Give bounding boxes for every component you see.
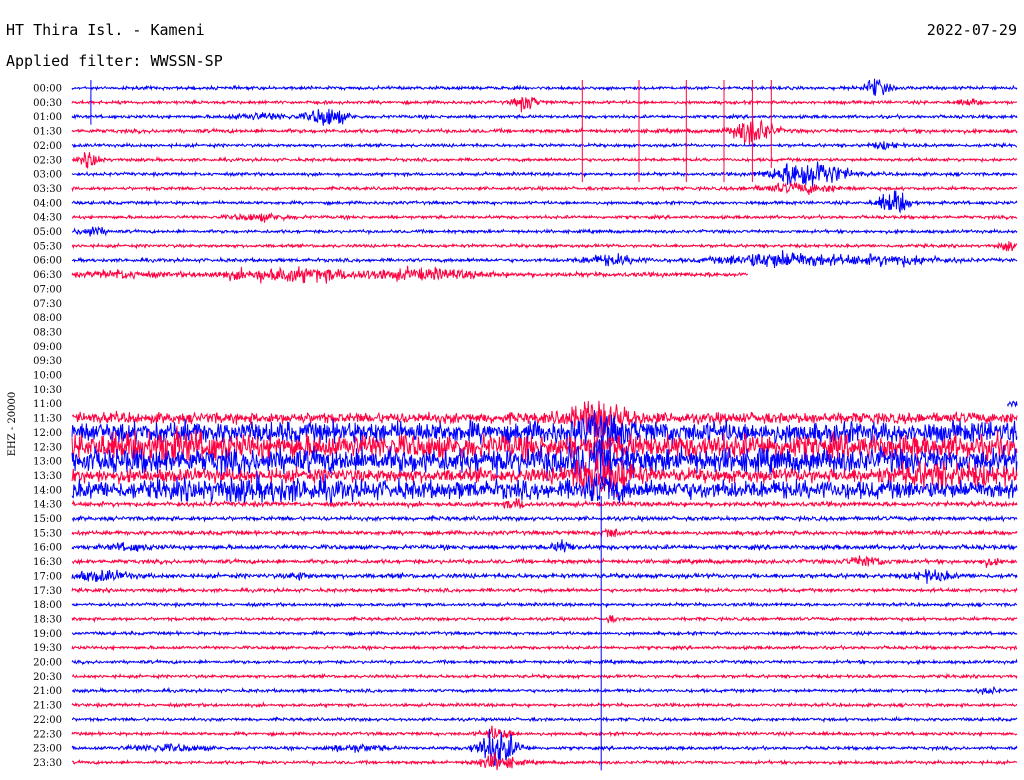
trace-row: [71, 212, 1018, 223]
trace-row: [1007, 400, 1018, 408]
time-tick-label: 23:00: [33, 744, 62, 755]
trace-row: [71, 190, 1018, 214]
time-tick-label: 02:00: [33, 141, 62, 152]
time-tick-label: 20:00: [33, 658, 62, 669]
time-tick-label: 08:00: [33, 313, 62, 324]
trace-row: [71, 614, 1018, 624]
time-tick-label: 06:00: [33, 256, 62, 267]
time-tick-label: 13:00: [33, 457, 62, 468]
time-tick-label: 20:30: [33, 672, 62, 683]
time-tick-label: 22:00: [33, 715, 62, 726]
long-spikes: [90, 80, 772, 771]
time-tick-label: 18:00: [33, 600, 62, 611]
time-tick-label: 19:00: [33, 629, 62, 640]
trace-row: [71, 725, 1018, 739]
trace-row: [71, 118, 1018, 145]
chart-date: 2022-07-29: [927, 21, 1017, 39]
trace-row: [71, 569, 1018, 584]
trace-row: [71, 225, 1018, 237]
trace-row: [71, 629, 1018, 637]
seismogram-chart: HT Thira Isl. - Kameni 2022-07-29 Applie…: [6, 21, 1018, 771]
trace-row: [71, 250, 1018, 269]
time-tick-label: 11:30: [33, 414, 62, 425]
time-tick-label: 15:00: [33, 514, 62, 525]
time-tick-label: 08:30: [33, 327, 62, 338]
trace-row: [71, 514, 1018, 523]
time-tick-label: 06:30: [33, 270, 62, 281]
trace-rows: [71, 78, 1018, 771]
trace-row: [71, 96, 1018, 113]
time-tick-label: 05:30: [33, 241, 62, 252]
time-tick-label: 10:00: [33, 371, 62, 382]
trace-row: [71, 265, 749, 284]
channel-axis-label: EHZ - 20000: [7, 392, 18, 457]
time-tick-label: 15:30: [33, 528, 62, 539]
trace-row: [71, 686, 1018, 696]
trace-row: [71, 658, 1018, 666]
trace-row: [71, 78, 1018, 97]
trace-row: [71, 152, 1018, 169]
time-tick-label: 13:30: [33, 471, 62, 482]
time-tick-label: 04:00: [33, 198, 62, 209]
time-tick-label: 10:30: [33, 385, 62, 396]
time-tick-label: 04:30: [33, 213, 62, 224]
time-tick-label: 02:30: [33, 155, 62, 166]
time-tick-label: 03:00: [33, 170, 62, 181]
trace-row: [71, 181, 1018, 195]
time-tick-label: 18:30: [33, 614, 62, 625]
time-tick-label: 12:30: [33, 442, 62, 453]
time-tick-label: 07:30: [33, 299, 62, 310]
time-tick-label: 00:00: [33, 84, 62, 95]
time-tick-label: 03:30: [33, 184, 62, 195]
trace-row: [71, 527, 1018, 538]
time-tick-label: 22:30: [33, 729, 62, 740]
time-tick-label: 01:30: [33, 127, 62, 138]
trace-row: [71, 241, 1018, 252]
trace-row: [71, 141, 1018, 151]
time-tick-label: 07:00: [33, 284, 62, 295]
trace-row: [71, 644, 1018, 652]
time-tick-label: 16:00: [33, 543, 62, 554]
time-tick-label: 17:30: [33, 586, 62, 597]
time-tick-label: 11:00: [33, 399, 62, 410]
time-tick-label: 12:00: [33, 428, 62, 439]
time-tick-label: 21:30: [33, 701, 62, 712]
trace-row: [71, 701, 1017, 710]
trace-row: [71, 555, 1018, 568]
station-title: HT Thira Isl. - Kameni: [6, 21, 205, 39]
trace-row: [71, 161, 1018, 187]
time-tick-label: 09:30: [33, 356, 62, 367]
time-tick-label: 01:00: [33, 112, 62, 123]
filter-label: Applied filter: WWSSN-SP: [6, 52, 223, 70]
time-tick-label: 16:30: [33, 557, 62, 568]
trace-row: [71, 497, 1018, 509]
time-tick-label: 05:00: [33, 227, 62, 238]
trace-row: [71, 108, 1018, 126]
trace-row: [72, 672, 1018, 681]
time-tick-label: 09:00: [33, 342, 62, 353]
trace-row: [71, 601, 1018, 609]
trace-row: [72, 715, 1018, 724]
time-tick-label: 23:30: [33, 758, 62, 769]
time-tick-label: 00:30: [33, 98, 62, 109]
trace-row: [71, 752, 1018, 771]
time-tick-label: 14:00: [33, 485, 62, 496]
time-tick-label: 19:30: [33, 643, 62, 654]
time-tick-labels: 00:00 00:30 01:00 01:30 02:00 02:30 03:00 03:30…: [33, 84, 62, 769]
time-tick-label: 14:30: [33, 500, 62, 511]
time-tick-label: 17:00: [33, 571, 62, 582]
time-tick-label: 21:00: [33, 686, 62, 697]
trace-row: [71, 539, 1018, 553]
trace-row: [71, 586, 1018, 594]
